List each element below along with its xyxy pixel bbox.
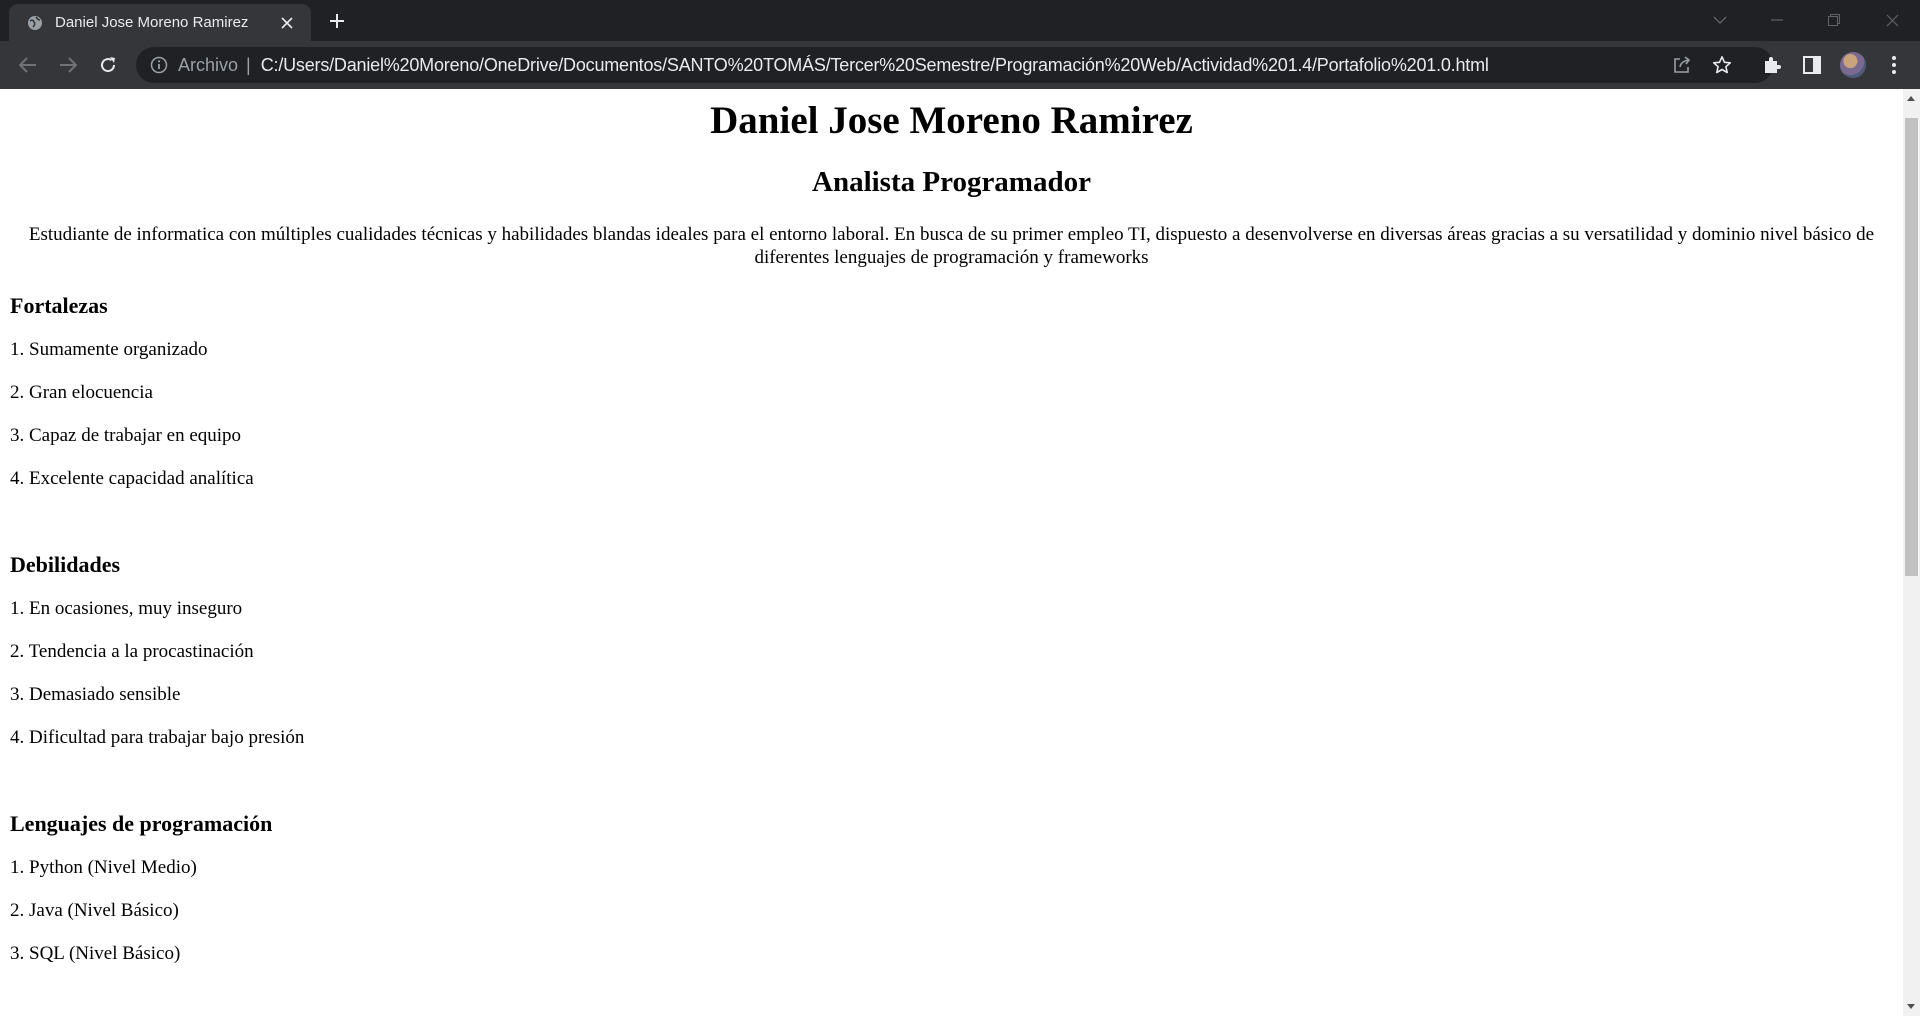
bookmark-star-icon[interactable] bbox=[1711, 54, 1733, 76]
list-item: 4. Dificultad para trabajar bajo presión bbox=[10, 727, 305, 749]
page-content: Daniel Jose Moreno Ramirez Analista Prog… bbox=[0, 99, 1903, 965]
scrollbar-thumb[interactable] bbox=[1905, 118, 1918, 576]
new-tab-plus-icon[interactable] bbox=[326, 10, 348, 32]
tab-search-chevron-icon[interactable] bbox=[1708, 8, 1732, 32]
section-lenguajes: Lenguajes de programación 1. Python (Niv… bbox=[10, 811, 1893, 965]
list-item: 2. Gran elocuencia bbox=[10, 381, 153, 403]
scheme-chip[interactable]: Archivo bbox=[178, 55, 238, 76]
forward-arrow-icon[interactable] bbox=[56, 53, 80, 77]
extensions-puzzle-icon[interactable] bbox=[1760, 53, 1784, 77]
section-debilidades: Debilidades 1. En ocasiones, muy insegur… bbox=[10, 551, 1893, 749]
section-fortalezas: Fortalezas 1. Sumamente organizado 2. Gr… bbox=[10, 292, 1893, 490]
section-heading: Fortalezas bbox=[10, 292, 108, 318]
tab-title: Daniel Jose Moreno Ramirez bbox=[55, 14, 249, 31]
section-heading: Lenguajes de programación bbox=[10, 811, 273, 837]
list-item: 3. Demasiado sensible bbox=[10, 684, 181, 706]
list-item: 3. Capaz de trabajar en equipo bbox=[10, 424, 242, 446]
list-item: 1. Sumamente organizado bbox=[10, 338, 208, 360]
list-item: 1. Python (Nivel Medio) bbox=[10, 857, 197, 879]
profile-summary: Estudiante de informatica con múltiples … bbox=[28, 223, 1875, 268]
restore-icon[interactable] bbox=[1822, 8, 1846, 32]
scroll-down-arrow-icon[interactable] bbox=[1907, 1004, 1915, 1009]
page-scrollbar[interactable] bbox=[1903, 89, 1920, 1016]
tab-strip: Daniel Jose Moreno Ramirez bbox=[0, 0, 1920, 41]
close-tab-icon[interactable] bbox=[277, 13, 297, 33]
share-icon[interactable] bbox=[1671, 54, 1693, 76]
omnibox-separator: | bbox=[246, 54, 251, 75]
globe-icon bbox=[28, 15, 42, 30]
section-heading: Debilidades bbox=[10, 551, 121, 577]
page-title: Daniel Jose Moreno Ramirez bbox=[710, 99, 1193, 142]
profile-avatar[interactable] bbox=[1840, 52, 1866, 78]
close-window-icon[interactable] bbox=[1880, 8, 1904, 32]
page-viewport: Daniel Jose Moreno Ramirez Analista Prog… bbox=[0, 89, 1903, 1016]
reload-icon[interactable] bbox=[96, 53, 120, 77]
list-item: 4. Excelente capacidad analítica bbox=[10, 467, 254, 489]
address-bar[interactable]: Archivo | C:/Users/Daniel%20Moreno/OneDr… bbox=[136, 47, 1773, 83]
side-panel-icon[interactable] bbox=[1800, 53, 1824, 77]
info-icon[interactable] bbox=[150, 56, 168, 74]
browser-toolbar: Archivo | C:/Users/Daniel%20Moreno/OneDr… bbox=[0, 41, 1920, 89]
url-text[interactable]: C:/Users/Daniel%20Moreno/OneDrive/Docume… bbox=[261, 55, 1773, 76]
minimize-icon[interactable] bbox=[1765, 8, 1789, 32]
list-item: 1. En ocasiones, muy inseguro bbox=[10, 598, 243, 620]
scroll-up-arrow-icon[interactable] bbox=[1907, 96, 1915, 101]
list-item: 2. Tendencia a la procastinación bbox=[10, 641, 254, 663]
browser-tab-active[interactable]: Daniel Jose Moreno Ramirez bbox=[9, 4, 311, 41]
menu-kebab-icon[interactable] bbox=[1882, 53, 1906, 77]
list-item: 3. SQL (Nivel Básico) bbox=[10, 943, 181, 965]
job-title: Analista Programador bbox=[812, 165, 1091, 198]
back-arrow-icon[interactable] bbox=[16, 53, 40, 77]
list-item: 2. Java (Nivel Básico) bbox=[10, 900, 179, 922]
